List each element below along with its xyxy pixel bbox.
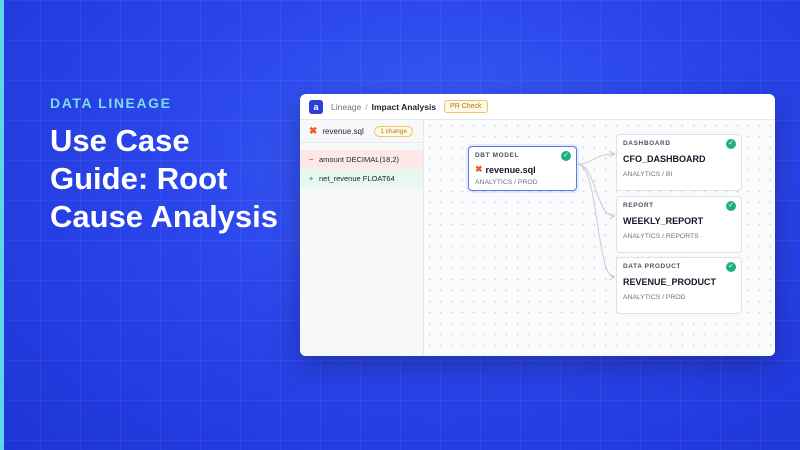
app-window: a Lineage / Impact Analysis PR Check ✖ r… <box>300 94 775 356</box>
node-type: DBT MODEL <box>475 152 520 159</box>
changes-sidebar: ✖ revenue.sql 1 change − amount DECIMAL(… <box>300 120 424 356</box>
titlebar: a Lineage / Impact Analysis PR Check <box>300 94 775 120</box>
check-circle-icon: ✓ <box>726 139 736 149</box>
node-report[interactable]: REPORT WEEKLY_REPORT ANALYTICS / REPORTS… <box>616 196 742 253</box>
check-circle-icon: ✓ <box>726 262 736 272</box>
node-dbt-model[interactable]: DBT MODEL ✖ revenue.sql ANALYTICS / PROD… <box>468 146 577 191</box>
node-data-product[interactable]: DATA PRODUCT REVENUE_PRODUCT ANALYTICS /… <box>616 257 742 314</box>
breadcrumb-impact-analysis: Impact Analysis <box>371 101 437 112</box>
node-dashboard[interactable]: DASHBOARD CFO_DASHBOARD ANALYTICS / BI ✓ <box>616 134 742 191</box>
changed-file-row[interactable]: ✖ revenue.sql 1 change <box>300 120 423 143</box>
edge-to-data-product <box>576 163 614 277</box>
diff-text: net_revenue FLOAT64 <box>319 174 395 183</box>
changed-file-name: revenue.sql <box>322 126 364 136</box>
app-logo-icon[interactable]: a <box>309 99 323 114</box>
node-name: WEEKLY_REPORT <box>623 216 704 226</box>
eyebrow-label: DATA LINEAGE <box>50 95 172 111</box>
node-type: DASHBOARD <box>623 140 671 147</box>
dbt-logo-icon: ✖ <box>475 164 483 174</box>
node-path: ANALYTICS / PROD <box>475 179 538 186</box>
diff-row-added[interactable]: + net_revenue FLOAT64 <box>300 169 423 188</box>
node-path: ANALYTICS / BI <box>623 171 673 178</box>
check-circle-icon: ✓ <box>726 201 736 211</box>
diff-text: amount DECIMAL(18,2) <box>319 155 400 164</box>
node-type: DATA PRODUCT <box>623 263 681 270</box>
breadcrumb-separator: / <box>365 101 368 112</box>
node-name: CFO_DASHBOARD <box>623 154 706 164</box>
edge-to-dashboard <box>576 154 614 165</box>
lineage-canvas[interactable]: DBT MODEL ✖ revenue.sql ANALYTICS / PROD… <box>424 120 775 356</box>
left-accent-bar <box>0 0 4 450</box>
diff-row-removed[interactable]: − amount DECIMAL(18,2) <box>300 150 423 169</box>
node-path: ANALYTICS / PROD <box>623 294 686 301</box>
check-circle-icon: ✓ <box>561 151 571 161</box>
pr-check-badge: PR Check <box>444 100 488 113</box>
node-name-row: ✖ revenue.sql <box>475 164 570 175</box>
headline: Use Case Guide: Root Cause Analysis <box>50 123 279 234</box>
dbt-logo-icon: ✖ <box>309 125 318 137</box>
plus-icon: + <box>309 174 314 183</box>
node-name: revenue.sql <box>485 164 536 175</box>
breadcrumb-lineage[interactable]: Lineage <box>331 102 361 112</box>
node-type: REPORT <box>623 202 654 209</box>
node-path: ANALYTICS / REPORTS <box>623 233 699 240</box>
minus-icon: − <box>309 155 314 164</box>
change-count-badge: 1 change <box>374 125 413 137</box>
node-name: REVENUE_PRODUCT <box>623 277 717 287</box>
